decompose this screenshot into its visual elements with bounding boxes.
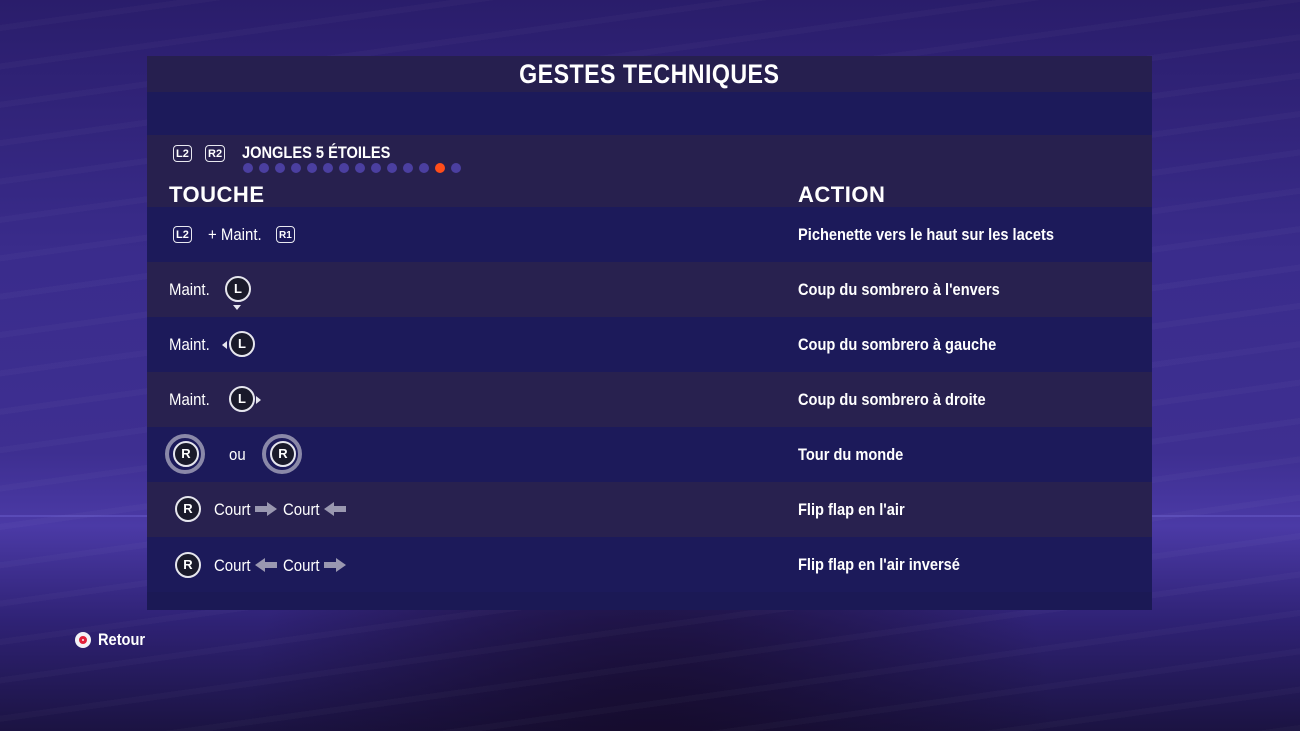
action-label: Coup du sombrero à droite (798, 389, 986, 409)
arrow-right-icon (255, 502, 277, 516)
left-stick-icon: L (229, 331, 255, 357)
l2-button-icon: L2 (173, 226, 192, 243)
left-stick-icon: L (225, 276, 251, 302)
back-button-label: Retour (98, 630, 146, 649)
action-label: Coup du sombrero à gauche (798, 334, 997, 354)
page-dot (307, 163, 317, 173)
page-dot (435, 163, 445, 173)
input-cell: Maint. L (147, 262, 747, 317)
input-cell: L2 + Maint. R1 (147, 207, 747, 262)
input-text: Court (214, 500, 251, 519)
table-row: Maint. L Coup du sombrero à droite (147, 372, 1152, 427)
arrow-left-icon (324, 502, 346, 516)
back-button[interactable]: Retour (75, 630, 153, 650)
direction-left-icon (222, 341, 227, 349)
l2-button-badge[interactable]: L2 (173, 145, 192, 162)
page-dot (371, 163, 381, 173)
page-dot (339, 163, 349, 173)
direction-right-icon (256, 396, 261, 404)
action-label: Flip flap en l'air inversé (798, 554, 960, 574)
right-stick-icon: R (175, 496, 201, 522)
input-text: Court (283, 556, 320, 575)
right-stick-icon: R (270, 441, 296, 467)
column-header-action: ACTION (798, 182, 886, 207)
input-text: Maint. (169, 390, 210, 409)
action-label: Coup du sombrero à l'envers (798, 279, 1000, 299)
right-stick-icon: R (175, 552, 201, 578)
left-stick-icon: L (229, 386, 255, 412)
skill-moves-panel: GESTES TECHNIQUES L2 R2 JONGLES 5 ÉTOILE… (147, 56, 1152, 610)
page-indicator-dots (243, 163, 461, 173)
table-row: R ou R Tour du monde (147, 427, 1152, 482)
input-text: Court (214, 556, 251, 575)
page-title: GESTES TECHNIQUES (519, 58, 780, 89)
spacer-band (147, 92, 1152, 135)
direction-down-icon (233, 305, 241, 310)
right-stick-icon: R (173, 441, 199, 467)
input-cell: R Court Court (147, 537, 747, 592)
r2-button-badge[interactable]: R2 (205, 145, 226, 162)
action-label: Pichenette vers le haut sur les lacets (798, 224, 1054, 244)
arrow-left-icon (255, 558, 277, 572)
page-dot (243, 163, 253, 173)
page-dot (291, 163, 301, 173)
table-row: Maint. L Coup du sombrero à gauche (147, 317, 1152, 372)
page-dot (275, 163, 285, 173)
arrow-right-icon (324, 558, 346, 572)
page-dot (259, 163, 269, 173)
action-label: Flip flap en l'air (798, 499, 905, 519)
input-text: + Maint. (208, 225, 262, 244)
title-bar: GESTES TECHNIQUES (147, 56, 1152, 92)
category-title: JONGLES 5 ÉTOILES (242, 143, 391, 162)
input-cell: R Court Court (147, 482, 747, 537)
page-dot (355, 163, 365, 173)
input-text: Maint. (169, 335, 210, 354)
input-cell: R ou R (147, 427, 747, 482)
table-row: Maint. L Coup du sombrero à l'envers (147, 262, 1152, 317)
table-row: L2 + Maint. R1 Pichenette vers le haut s… (147, 207, 1152, 262)
input-text: Court (283, 500, 320, 519)
circle-button-icon (75, 632, 91, 648)
input-text: Maint. (169, 280, 210, 299)
table-row: R Court Court Flip flap en l'air (147, 482, 1152, 537)
input-cell: Maint. L (147, 317, 747, 372)
column-header-touche: TOUCHE (169, 182, 265, 207)
table-row: R Court Court Flip flap en l'air inversé (147, 537, 1152, 592)
page-dot (403, 163, 413, 173)
page-dot (419, 163, 429, 173)
input-cell: Maint. L (147, 372, 747, 427)
action-label: Tour du monde (798, 444, 904, 464)
page-dot (323, 163, 333, 173)
page-dot (387, 163, 397, 173)
r1-button-icon: R1 (276, 226, 295, 243)
or-text: ou (229, 445, 246, 464)
page-dot (451, 163, 461, 173)
